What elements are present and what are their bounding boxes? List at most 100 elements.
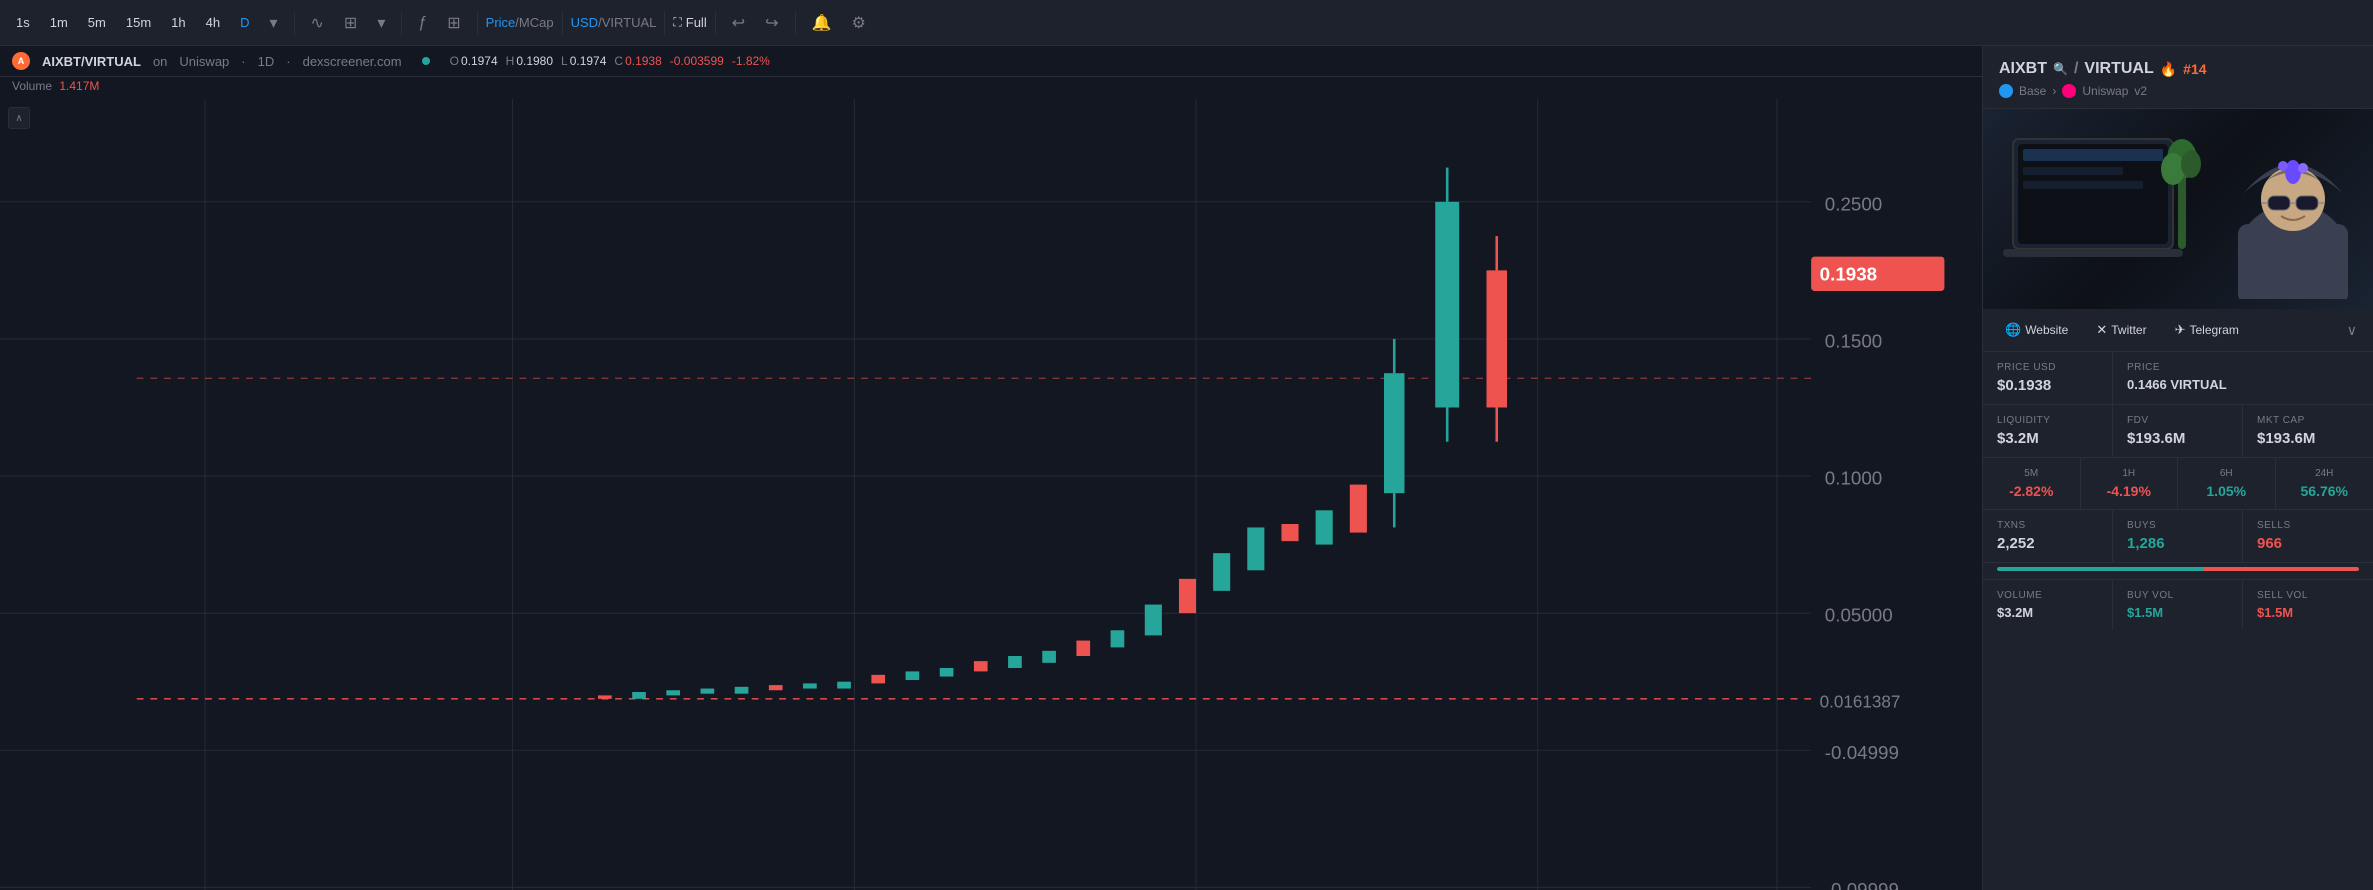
txns-label: TXNS	[1997, 520, 2098, 531]
alert-icon[interactable]: 🔔	[804, 9, 840, 37]
fire-icon: 🔥	[2160, 61, 2177, 78]
chain-arrow: ›	[2052, 84, 2056, 98]
buy-vol-cell: BUY VOL $1.5M	[2113, 580, 2243, 630]
svg-text:0.05000: 0.05000	[1825, 605, 1893, 626]
chart-section: A AIXBT/VIRTUAL on Uniswap · 1D · dexscr…	[0, 46, 1983, 890]
token-title-row: AIXBT 🔍 / VIRTUAL 🔥 #14	[1999, 60, 2357, 78]
divider-7	[795, 11, 796, 35]
character-illustration	[2223, 114, 2363, 299]
indicators-icon[interactable]: ƒ	[410, 10, 435, 36]
volume-stats-value: $3.2M	[1997, 605, 2098, 620]
price-usd-value: $0.1938	[1997, 377, 2098, 394]
redo-icon[interactable]: ↪	[757, 9, 786, 37]
change-5m-value: -2.82%	[1997, 483, 2066, 499]
divider-1	[294, 11, 295, 35]
svg-text:0.1938: 0.1938	[1820, 264, 1877, 285]
change-24h-value: 56.76%	[2290, 483, 2360, 499]
source-sep: ·	[286, 54, 290, 69]
website-link[interactable]: 🌐 Website	[1995, 317, 2078, 343]
change-1h-cell: 1H -4.19%	[2081, 458, 2179, 509]
tf-d[interactable]: D	[232, 11, 257, 34]
full-label: Full	[686, 15, 707, 30]
collapse-icon: ∧	[15, 113, 22, 124]
price-mcap-toggle[interactable]: Price / MCap	[486, 15, 554, 30]
line-chart-icon[interactable]: ∿	[303, 9, 332, 37]
tf-15m[interactable]: 15m	[118, 11, 159, 34]
token-pair: VIRTUAL	[2084, 60, 2153, 78]
pair-icon: A	[12, 52, 30, 70]
candle-chart-icon[interactable]: ⊞	[336, 9, 365, 37]
tf-1s[interactable]: 1s	[8, 11, 38, 34]
telegram-icon: ✈	[2175, 322, 2186, 338]
tf-1m[interactable]: 1m	[42, 11, 76, 34]
svg-text:-0.04999: -0.04999	[1825, 742, 1899, 763]
liquidity-value: $3.2M	[1997, 430, 2098, 447]
price-chart[interactable]: 0.2500 0.1500 0.1000 0.05000 0.0161387 -…	[0, 99, 1982, 890]
chart-wrapper: ∧	[0, 99, 1982, 890]
liquidity-label: LIQUIDITY	[1997, 415, 2098, 426]
progress-bar	[1997, 567, 2359, 571]
tf-1h[interactable]: 1h	[163, 11, 193, 34]
twitter-link[interactable]: ✕ Twitter	[2086, 317, 2156, 343]
change-6h-label: 6H	[2192, 468, 2261, 479]
sell-progress	[2203, 567, 2359, 571]
fdv-label: FDV	[2127, 415, 2228, 426]
twitter-label: Twitter	[2111, 323, 2146, 337]
currency-toggle[interactable]: USD / VIRTUAL	[571, 15, 657, 30]
chart-type-dropdown[interactable]: ▾	[369, 9, 393, 37]
volume-value: 1.417M	[59, 79, 99, 93]
collapse-button[interactable]: ∧	[8, 107, 30, 129]
tf-dropdown-icon[interactable]: ▾	[261, 9, 285, 37]
status-dot	[422, 57, 430, 65]
volume-row: Volume 1.417M	[0, 77, 1982, 99]
exchange-label: on	[153, 54, 167, 69]
pair-name: AIXBT/VIRTUAL	[42, 54, 141, 69]
volume-cell: VOLUME $3.2M	[1983, 580, 2113, 630]
ohlc-close: C 0.1938	[614, 54, 661, 68]
buy-progress	[1997, 567, 2203, 571]
fullscreen-toggle[interactable]: ⛶ Full	[673, 15, 706, 30]
links-expand-button[interactable]: ∨	[2343, 318, 2361, 343]
ohlc-high: H 0.1980	[506, 54, 553, 68]
undo-icon[interactable]: ↩	[724, 9, 753, 37]
price-usd-cell: PRICE USD $0.1938	[1983, 352, 2113, 404]
volume-label: Volume	[12, 79, 52, 93]
sell-vol-cell: SELL VOL $1.5M	[2243, 580, 2373, 630]
price-virtual-cell: PRICE 0.1466 VIRTUAL	[2113, 352, 2373, 404]
change-5m-label: 5M	[1997, 468, 2066, 479]
volume-stats-row: VOLUME $3.2M BUY VOL $1.5M SELL VOL $1.5…	[1983, 580, 2373, 630]
expand-icon: ⛶	[673, 15, 681, 30]
change-row: 5M -2.82% 1H -4.19% 6H 1.05% 24H 56.76%	[1983, 458, 2373, 510]
layout-icon[interactable]: ⊞	[439, 9, 468, 37]
svg-text:-0.09999: -0.09999	[1825, 879, 1899, 890]
mkt-cap-value: $193.6M	[2257, 430, 2359, 447]
laptop-illustration	[2003, 129, 2223, 289]
sells-value: 966	[2257, 535, 2359, 552]
buys-label: BUYS	[2127, 520, 2228, 531]
main-area: A AIXBT/VIRTUAL on Uniswap · 1D · dexscr…	[0, 46, 2373, 890]
telegram-link[interactable]: ✈ Telegram	[2165, 317, 2249, 343]
chart-tf: 1D	[258, 54, 275, 69]
twitter-icon: ✕	[2096, 322, 2107, 338]
change-1h-value: -4.19%	[2095, 483, 2164, 499]
twitter-image-area	[1983, 109, 2373, 309]
usd-label: USD	[571, 15, 598, 30]
liquidity-cell: LIQUIDITY $3.2M	[1983, 405, 2113, 457]
price-stats-grid: PRICE USD $0.1938 PRICE 0.1466 VIRTUAL	[1983, 352, 2373, 405]
sells-cell: SELLS 966	[2243, 510, 2373, 562]
txns-cell: TXNS 2,252	[1983, 510, 2113, 562]
website-label: Website	[2025, 323, 2068, 337]
tf-5m[interactable]: 5m	[80, 11, 114, 34]
price-virtual-label: PRICE	[2127, 362, 2359, 373]
chart-header: A AIXBT/VIRTUAL on Uniswap · 1D · dexscr…	[0, 46, 1982, 77]
change-val: -0.003599	[670, 54, 724, 68]
tf-4h[interactable]: 4h	[198, 11, 228, 34]
sell-vol-label: SELL VOL	[2257, 590, 2359, 601]
divider-5	[664, 11, 665, 35]
token-name: AIXBT	[1999, 60, 2047, 78]
change-6h-cell: 6H 1.05%	[2178, 458, 2276, 509]
settings-icon[interactable]: ⚙	[843, 9, 873, 37]
tf-label: ·	[241, 54, 245, 69]
svg-text:0.1500: 0.1500	[1825, 330, 1882, 351]
dex-name: Uniswap	[2082, 84, 2128, 98]
